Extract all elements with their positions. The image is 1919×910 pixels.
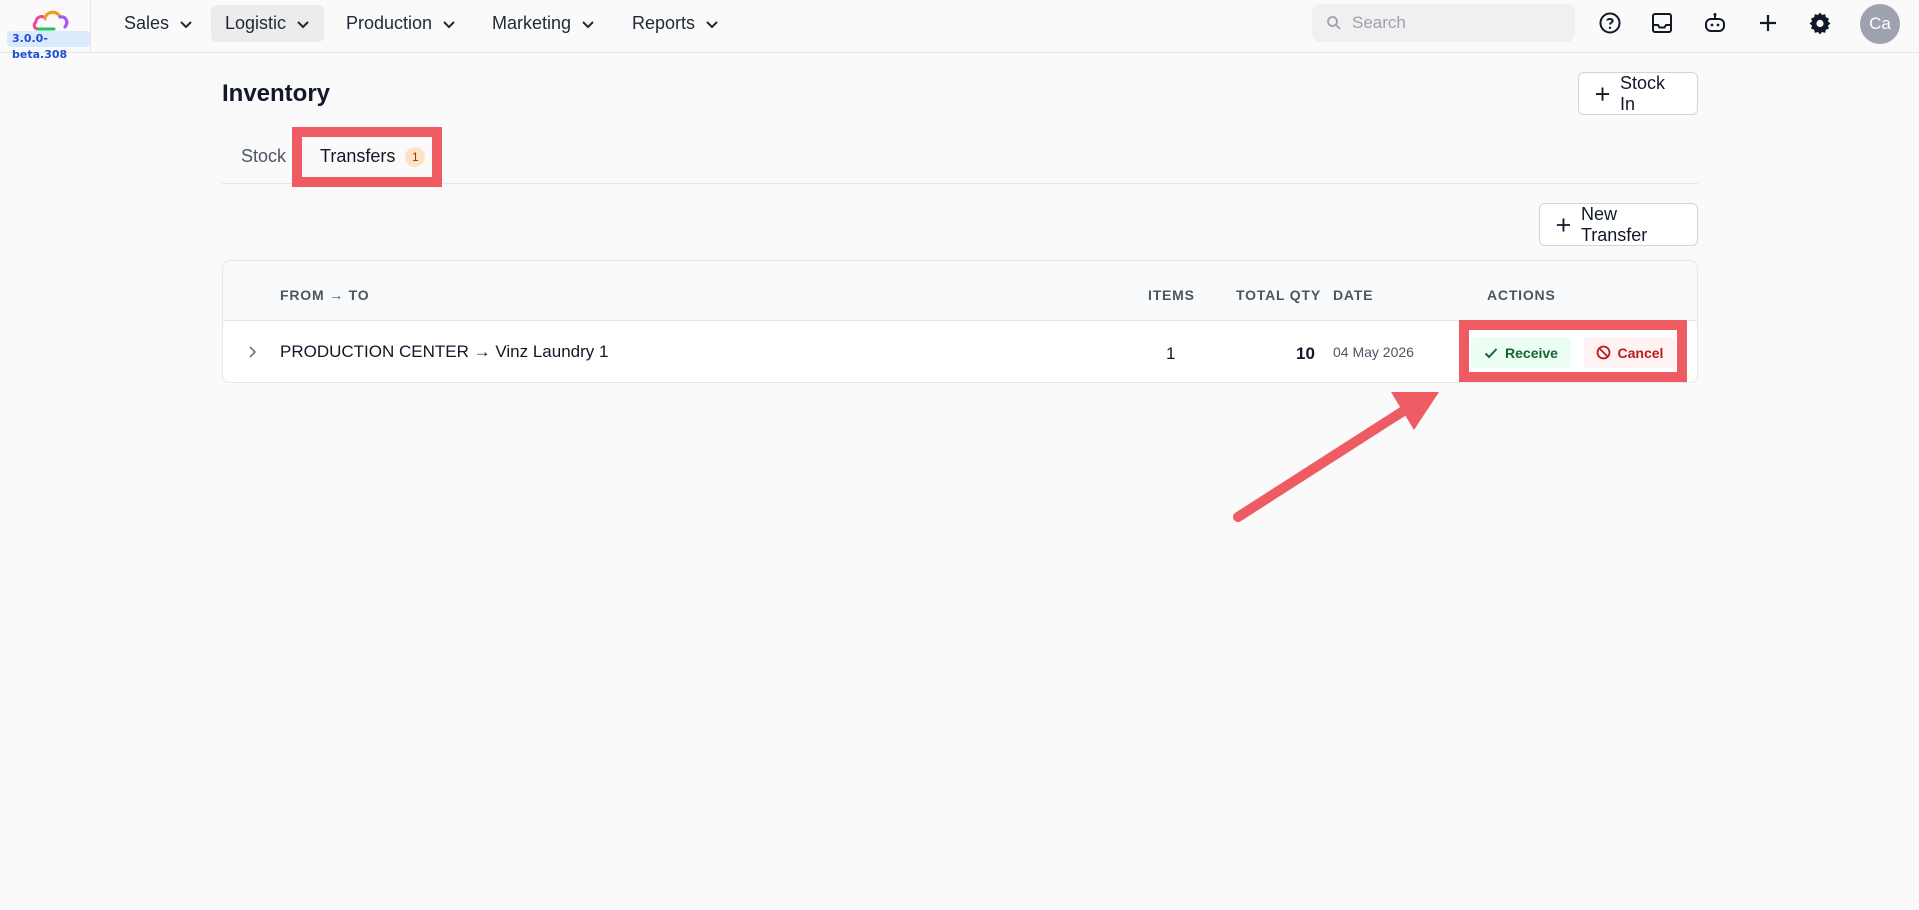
receive-label: Receive	[1505, 344, 1558, 361]
column-header-total-qty: TOTAL QTY	[1236, 287, 1321, 303]
avatar[interactable]: Ca	[1860, 4, 1900, 44]
check-icon	[1484, 347, 1498, 358]
cloud-logo-icon	[32, 10, 69, 31]
inbox-button[interactable]	[1649, 10, 1675, 36]
new-transfer-button[interactable]: New Transfer	[1539, 203, 1698, 246]
help-icon	[1599, 12, 1621, 34]
column-header-date: DATE	[1333, 287, 1374, 303]
plus-icon	[1760, 15, 1776, 31]
row-date: 04 May 2026	[1333, 344, 1414, 360]
chevron-right-icon[interactable]	[247, 345, 257, 359]
cancel-label: Cancel	[1617, 344, 1664, 361]
nav-reports[interactable]: Reports	[618, 5, 733, 42]
nav-marketing[interactable]: Marketing	[478, 5, 609, 42]
row-items: 1	[1166, 344, 1176, 363]
nav-logistic-label: Logistic	[225, 13, 287, 33]
assistant-button[interactable]	[1702, 10, 1728, 36]
nav-production[interactable]: Production	[332, 5, 470, 42]
nav-reports-label: Reports	[632, 13, 696, 33]
chevron-down-icon	[180, 20, 192, 28]
gear-icon	[1809, 12, 1831, 35]
tab-stock[interactable]: Stock	[241, 146, 286, 167]
chevron-down-icon	[582, 20, 594, 28]
receive-button[interactable]: Receive	[1471, 337, 1571, 368]
nav-sales-label: Sales	[124, 13, 170, 33]
column-header-from-to: FROM → TO	[280, 287, 370, 303]
column-header-items: ITEMS	[1148, 287, 1195, 303]
search-input[interactable]	[1352, 13, 1552, 33]
logo-area[interactable]: 3.0.0-beta.308	[0, 0, 91, 61]
search-icon	[1327, 16, 1341, 30]
bot-icon	[1705, 13, 1725, 32]
row-from-to: PRODUCTION CENTER → Vinz Laundry 1	[280, 342, 609, 361]
tab-transfers[interactable]: Transfers 1	[320, 146, 426, 168]
nav-logistic[interactable]: Logistic	[211, 5, 325, 42]
stock-in-button[interactable]: Stock In	[1578, 72, 1698, 115]
nav-marketing-label: Marketing	[492, 13, 572, 33]
create-button[interactable]	[1755, 10, 1781, 36]
plus-icon	[1556, 217, 1571, 232]
nav-production-label: Production	[346, 13, 433, 33]
top-navbar: 3.0.0-beta.308 Sales Logistic Production…	[0, 0, 1919, 61]
inbox-icon	[1652, 13, 1672, 33]
nav-sales[interactable]: Sales	[110, 5, 207, 42]
page-title: Inventory	[222, 80, 331, 107]
row-total-qty: 10	[1296, 344, 1315, 363]
settings-button[interactable]	[1807, 10, 1833, 36]
ban-icon	[1596, 345, 1610, 360]
chevron-down-icon	[706, 20, 718, 28]
tab-stock-label: Stock	[241, 146, 287, 166]
new-transfer-label: New Transfer	[1580, 203, 1648, 245]
stock-in-label: Stock In	[1620, 72, 1666, 114]
plus-icon	[1595, 86, 1610, 101]
cancel-button[interactable]: Cancel	[1584, 337, 1675, 368]
table-header: FROM → TO ITEMS TOTAL QTY DATE ACTIONS	[223, 261, 1697, 321]
help-button[interactable]	[1597, 10, 1623, 36]
version-badge: 3.0.0-beta.308	[7, 31, 90, 61]
chevron-down-icon	[297, 20, 309, 28]
tab-transfers-label: Transfers	[320, 146, 396, 166]
search-box[interactable]	[1312, 4, 1575, 42]
tabs-divider	[222, 183, 1698, 184]
tab-transfers-count-badge: 1	[405, 147, 426, 168]
active-tab-indicator	[292, 181, 440, 184]
column-header-actions: ACTIONS	[1487, 287, 1556, 303]
annotation-arrow-icon	[1233, 392, 1439, 522]
chevron-down-icon	[443, 20, 455, 28]
